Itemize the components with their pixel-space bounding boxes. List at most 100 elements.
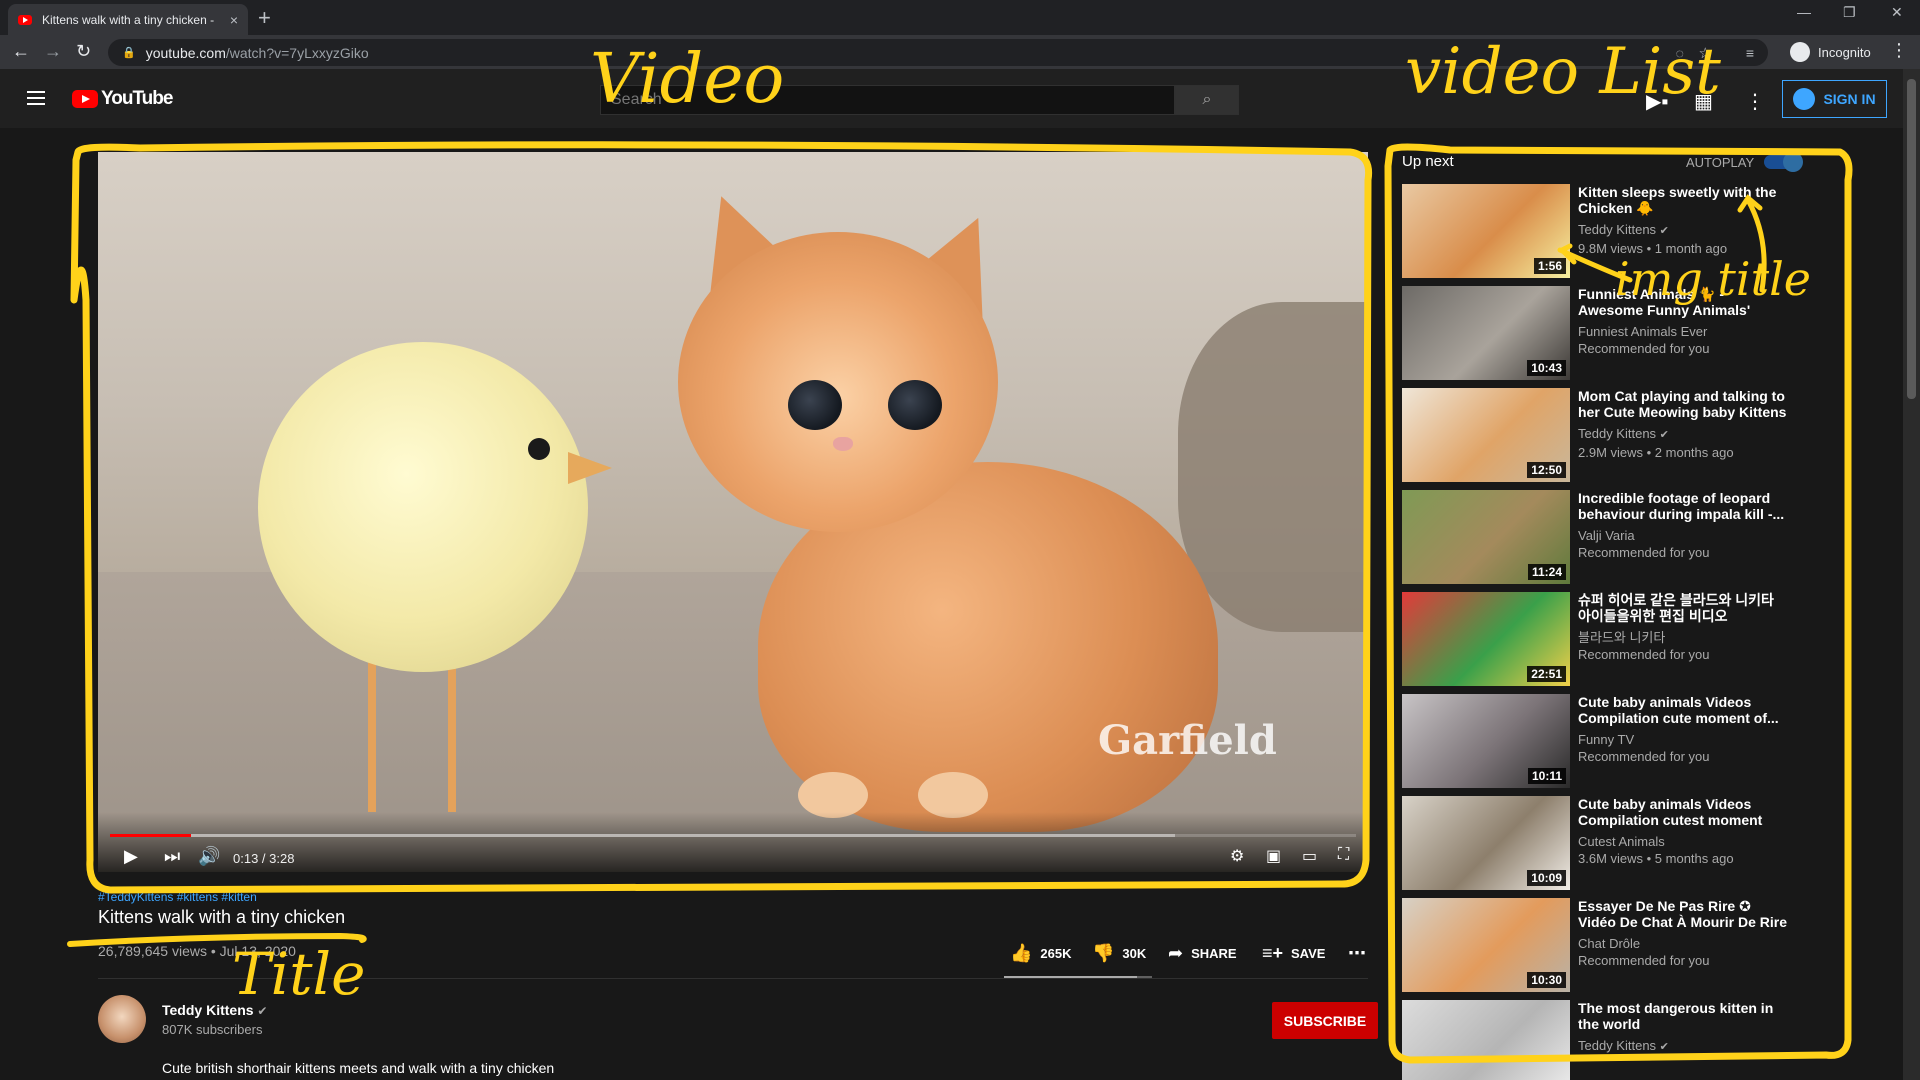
video-list-item[interactable]: The most dangerous kitten in the world Te…	[1402, 1000, 1802, 1080]
tab-close-icon[interactable]: ×	[230, 12, 238, 28]
video-list-item[interactable]: 12:50 Mom Cat playing and talking to her …	[1402, 388, 1802, 490]
channel-avatar[interactable]	[98, 995, 146, 1043]
video-thumbnail[interactable]: 12:50	[1402, 388, 1570, 482]
browser-tabbar: Kittens walk with a tiny chicken - × + —…	[0, 0, 1920, 35]
incognito-icon	[1790, 42, 1810, 62]
kitten-eye	[788, 380, 842, 430]
browser-menu-icon[interactable]: ⋮	[1890, 40, 1908, 61]
video-list-item[interactable]: 11:24 Incredible footage of leopard behav…	[1402, 490, 1802, 592]
video-duration: 10:09	[1527, 870, 1566, 886]
progress-bar[interactable]	[110, 834, 1356, 837]
fullscreen-icon[interactable]: ⛶	[1338, 846, 1349, 864]
video-item-channel-name: Funny TV	[1578, 732, 1635, 747]
browser-tab[interactable]: Kittens walk with a tiny chicken - ×	[8, 4, 248, 35]
video-list-item[interactable]: 10:09 Cute baby animals Videos Compilatio…	[1402, 796, 1802, 898]
video-item-channel: Teddy Kittens ✔	[1578, 1037, 1788, 1056]
incognito-badge[interactable]: Incognito	[1790, 40, 1871, 64]
play-icon[interactable]: ▶	[124, 846, 138, 867]
video-duration: 11:24	[1527, 564, 1566, 580]
video-info: Essayer De Ne Pas Rire ✪ Vidéo De Chat À…	[1578, 898, 1788, 969]
video-player[interactable]: Garfield ▶ ⏭ 🔊 0:13 / 3:28 ⚙ ▣ ▭ ⛶	[98, 152, 1368, 872]
video-item-title[interactable]: Cute baby animals Videos Compilation cut…	[1578, 694, 1788, 726]
video-item-channel: Cutest Animals	[1578, 833, 1788, 850]
video-thumbnail[interactable]: 22:51	[1402, 592, 1570, 686]
video-item-meta: Recommended for you	[1578, 341, 1710, 356]
video-info: The most dangerous kitten in the world Te…	[1578, 1000, 1788, 1056]
video-item-title[interactable]: Cute baby animals Videos Compilation cut…	[1578, 796, 1788, 828]
video-item-channel: Funniest Animals Ever	[1578, 323, 1788, 340]
video-duration: 12:50	[1527, 462, 1566, 478]
video-item-meta: Recommended for you	[1578, 545, 1710, 560]
kitten-head	[678, 232, 998, 532]
video-item-channel-name: Teddy Kittens	[1578, 1038, 1657, 1053]
chick-eye	[528, 438, 550, 460]
video-item-title[interactable]: The most dangerous kitten in the world	[1578, 1000, 1788, 1032]
url-host: youtube.com	[145, 44, 226, 61]
video-thumbnail[interactable]: 1:56	[1402, 184, 1570, 278]
dislike-button[interactable]: 👎 30K	[1092, 943, 1146, 964]
like-button[interactable]: 👍 265K	[1010, 943, 1072, 964]
settings-icon[interactable]: ⚙	[1230, 846, 1244, 866]
sign-in-button[interactable]: SIGN IN	[1782, 80, 1887, 118]
video-item-channel-name: Valji Varia	[1578, 528, 1635, 543]
reload-button[interactable]: ↻	[76, 41, 91, 62]
video-item-channel-name: Chat Drôle	[1578, 936, 1641, 951]
thumb-down-icon: 👎	[1092, 943, 1115, 963]
video-watermark: Garfield	[1098, 717, 1277, 764]
video-thumbnail[interactable]: 10:30	[1402, 898, 1570, 992]
video-list-item[interactable]: 10:11 Cute baby animals Videos Compilatio…	[1402, 694, 1802, 796]
reload-icon: ↻	[76, 41, 92, 61]
video-item-title[interactable]: Essayer De Ne Pas Rire ✪ Vidéo De Chat À…	[1578, 898, 1788, 930]
minimize-icon[interactable]: —	[1797, 4, 1811, 20]
scrollbar-thumb[interactable]	[1907, 79, 1916, 399]
autoplay-toggle[interactable]	[1764, 152, 1803, 172]
share-icon: ➦	[1168, 943, 1184, 963]
playlist-add-icon: ≡+	[1262, 943, 1284, 963]
video-item-channel-name: Teddy Kittens	[1578, 426, 1657, 441]
chick	[258, 342, 588, 672]
youtube-logo[interactable]: YouTube	[72, 88, 173, 110]
volume-icon[interactable]: 🔊	[198, 846, 220, 867]
back-button[interactable]: ←	[12, 41, 30, 62]
progress-played	[110, 834, 191, 837]
video-thumbnail[interactable]	[1402, 1000, 1570, 1080]
forward-button[interactable]: →	[44, 41, 62, 62]
close-window-icon[interactable]: ✕	[1891, 4, 1903, 21]
video-item-title[interactable]: Mom Cat playing and talking to her Cute …	[1578, 388, 1788, 420]
video-item-title[interactable]: Incredible footage of leopard behaviour …	[1578, 490, 1788, 522]
video-duration: 10:30	[1527, 972, 1566, 988]
miniplayer-icon[interactable]: ▣	[1266, 846, 1281, 866]
video-item-title[interactable]: Kitten sleeps sweetly with the Chicken 🐥	[1578, 184, 1788, 216]
more-vert-icon[interactable]: ⋮	[1745, 89, 1765, 114]
video-info: 슈퍼 히어로 같은 블라드와 니키타 아이들을위한 편집 비디오블라드와 니키타…	[1578, 592, 1788, 663]
video-title: Kittens walk with a tiny chicken	[98, 907, 346, 927]
video-item-title[interactable]: 슈퍼 히어로 같은 블라드와 니키타 아이들을위한 편집 비디오	[1578, 592, 1788, 624]
share-button[interactable]: ➦ SHARE	[1168, 943, 1237, 964]
hamburger-icon[interactable]	[27, 91, 45, 109]
video-thumbnail[interactable]: 11:24	[1402, 490, 1570, 584]
save-button[interactable]: ≡+ SAVE	[1262, 943, 1325, 964]
subscribe-button[interactable]: SUBSCRIBE	[1272, 1002, 1378, 1039]
theater-icon[interactable]: ▭	[1302, 846, 1317, 866]
video-list-item[interactable]: 10:30 Essayer De Ne Pas Rire ✪ Vidéo De C…	[1402, 898, 1802, 1000]
search-button[interactable]: ⌕	[1175, 85, 1239, 115]
media-control-icon[interactable]: ≡	[1746, 45, 1754, 61]
dislike-count: 30K	[1122, 946, 1147, 961]
video-item-channel: Valji Varia	[1578, 527, 1788, 544]
video-info: Mom Cat playing and talking to her Cute …	[1578, 388, 1788, 461]
youtube-logo-text: YouTube	[101, 88, 173, 109]
scrollbar[interactable]	[1903, 69, 1920, 1080]
more-horiz-icon: ⋯	[1348, 943, 1366, 963]
sign-in-label: SIGN IN	[1823, 91, 1876, 107]
like-count: 265K	[1040, 946, 1072, 961]
next-icon[interactable]: ⏭	[164, 846, 180, 867]
video-item-channel-name: 블라드와 니키타	[1578, 630, 1666, 645]
video-hashtags[interactable]: #TeddyKittens #kittens #kitten	[98, 890, 257, 904]
video-thumbnail[interactable]: 10:09	[1402, 796, 1570, 890]
more-actions-button[interactable]: ⋯	[1348, 943, 1374, 964]
restore-icon[interactable]: ❐	[1843, 4, 1856, 21]
video-thumbnail[interactable]: 10:43	[1402, 286, 1570, 380]
video-thumbnail[interactable]: 10:11	[1402, 694, 1570, 788]
video-list-item[interactable]: 22:51 슈퍼 히어로 같은 블라드와 니키타 아이들을위한 편집 비디오블라드…	[1402, 592, 1802, 694]
new-tab-button[interactable]: +	[258, 5, 271, 31]
